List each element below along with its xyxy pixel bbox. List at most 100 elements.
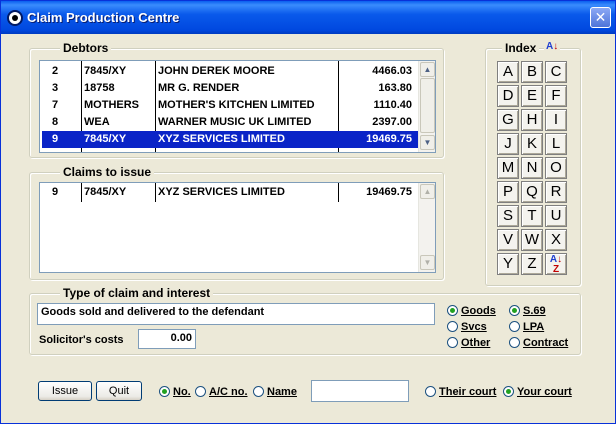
debtor-row[interactable]: 8 WEA WARNER MUSIC UK LIMITED 2397.00: [42, 114, 418, 131]
index-letter-i[interactable]: I: [545, 109, 567, 131]
debtors-list[interactable]: 2 7845/XY JOHN DEREK MOORE 4466.03 3 187…: [39, 60, 436, 153]
search-name-label[interactable]: Name: [267, 386, 297, 398]
debtor-name: MOTHER'S KITCHEN LIMITED: [158, 99, 315, 111]
debtor-ref: WEA: [84, 116, 110, 128]
debtor-row[interactable]: 3 18758 MR G. RENDER 163.80: [42, 80, 418, 97]
debtor-name: JOHN DEREK MOORE: [158, 65, 275, 77]
claim-production-window: Claim Production Centre ✕ Debtors 2 7845…: [0, 0, 616, 424]
debtor-name: MR G. RENDER: [158, 82, 240, 94]
interest-lpa-radio[interactable]: [509, 321, 520, 332]
debtor-row[interactable]: 7 MOTHERS MOTHER'S KITCHEN LIMITED 1110.…: [42, 97, 418, 114]
index-letter-r[interactable]: R: [545, 181, 567, 203]
index-label: Index: [502, 41, 540, 55]
debtor-amount: 2397.00: [372, 116, 412, 128]
index-letter-n[interactable]: N: [521, 157, 543, 179]
index-letter-j[interactable]: J: [497, 133, 519, 155]
scroll-down-icon[interactable]: ▼: [420, 255, 435, 270]
index-letter-t[interactable]: T: [521, 205, 543, 227]
debtor-ref: 7845/XY: [84, 133, 127, 145]
claim-description-input[interactable]: Goods sold and delivered to the defendan…: [37, 303, 435, 325]
interest-contract-label[interactable]: Contract: [523, 337, 568, 349]
type-other-label[interactable]: Other: [461, 337, 490, 349]
scroll-thumb[interactable]: [420, 78, 435, 133]
debtor-no: 7: [52, 99, 59, 111]
search-no-radio[interactable]: [159, 386, 170, 397]
debtor-no: 2: [52, 65, 59, 77]
type-goods-label[interactable]: Goods: [461, 305, 496, 317]
debtor-row-selected[interactable]: 9 7845/XY XYZ SERVICES LIMITED 19469.75: [42, 131, 418, 148]
claim-type-label: Type of claim and interest: [60, 286, 214, 300]
interest-s69-radio[interactable]: [509, 305, 520, 316]
solicitors-costs-input[interactable]: 0.00: [138, 329, 196, 349]
index-letter-b[interactable]: B: [521, 61, 543, 83]
scroll-up-icon[interactable]: ▲: [420, 184, 435, 199]
search-name-radio[interactable]: [253, 386, 264, 397]
debtor-amount: 163.80: [378, 82, 412, 94]
index-letter-c[interactable]: C: [545, 61, 567, 83]
their-court-label[interactable]: Their court: [439, 386, 496, 398]
sort-az-icon[interactable]: A↓ Z: [545, 253, 567, 275]
debtor-amount: 4466.03: [372, 65, 412, 77]
issue-button[interactable]: Issue: [38, 381, 92, 401]
debtors-scrollbar[interactable]: ▲ ▼: [418, 61, 435, 152]
type-other-radio[interactable]: [447, 337, 458, 348]
claim-row[interactable]: 9 7845/XY XYZ SERVICES LIMITED 19469.75: [42, 184, 418, 201]
debtor-name: WARNER MUSIC UK LIMITED: [158, 116, 312, 128]
index-letter-q[interactable]: Q: [521, 181, 543, 203]
index-letter-s[interactable]: S: [497, 205, 519, 227]
debtor-ref: MOTHERS: [84, 99, 139, 111]
claim-ref: 7845/XY: [84, 186, 127, 198]
index-letter-m[interactable]: M: [497, 157, 519, 179]
interest-s69-label[interactable]: S.69: [523, 305, 546, 317]
debtor-no: 9: [52, 133, 59, 145]
claims-list[interactable]: 9 7845/XY XYZ SERVICES LIMITED 19469.75 …: [39, 182, 436, 273]
your-court-label[interactable]: Your court: [517, 386, 572, 398]
index-letter-h[interactable]: H: [521, 109, 543, 131]
claims-label: Claims to issue: [60, 165, 155, 179]
index-letter-e[interactable]: E: [521, 85, 543, 107]
scroll-up-icon[interactable]: ▲: [420, 62, 435, 77]
scroll-down-icon[interactable]: ▼: [420, 135, 435, 150]
search-acno-radio[interactable]: [195, 386, 206, 397]
debtor-amount: 1110.40: [373, 99, 412, 111]
index-letter-u[interactable]: U: [545, 205, 567, 227]
type-svcs-label[interactable]: Svcs: [461, 321, 487, 333]
interest-contract-radio[interactable]: [509, 337, 520, 348]
index-letter-d[interactable]: D: [497, 85, 519, 107]
title-bar[interactable]: Claim Production Centre ✕: [1, 1, 615, 34]
debtor-row[interactable]: 2 7845/XY JOHN DEREK MOORE 4466.03: [42, 63, 418, 80]
your-court-radio[interactable]: [503, 386, 514, 397]
index-letter-y[interactable]: Y: [497, 253, 519, 275]
index-letter-f[interactable]: F: [545, 85, 567, 107]
claims-scrollbar[interactable]: ▲ ▼: [418, 183, 435, 272]
debtor-ref: 18758: [84, 82, 115, 94]
search-input[interactable]: [311, 380, 409, 402]
search-no-label[interactable]: No.: [173, 386, 191, 398]
search-acno-label[interactable]: A/C no.: [209, 386, 248, 398]
index-letter-v[interactable]: V: [497, 229, 519, 251]
their-court-radio[interactable]: [425, 386, 436, 397]
type-goods-radio[interactable]: [447, 305, 458, 316]
claim-name: XYZ SERVICES LIMITED: [158, 186, 285, 198]
sort-az-icon[interactable]: A↓: [544, 41, 561, 53]
index-letter-k[interactable]: K: [521, 133, 543, 155]
close-button[interactable]: ✕: [590, 7, 611, 28]
index-letter-w[interactable]: W: [521, 229, 543, 251]
index-letter-z[interactable]: Z: [521, 253, 543, 275]
index-letter-p[interactable]: P: [497, 181, 519, 203]
debtor-amount: 19469.75: [366, 133, 412, 145]
debtor-ref: 7845/XY: [84, 65, 127, 77]
window-title: Claim Production Centre: [27, 10, 180, 25]
index-letter-o[interactable]: O: [545, 157, 567, 179]
quit-button[interactable]: Quit: [96, 381, 142, 401]
debtor-no: 8: [52, 116, 59, 128]
index-letter-x[interactable]: X: [545, 229, 567, 251]
debtor-name: XYZ SERVICES LIMITED: [158, 133, 285, 145]
index-letter-g[interactable]: G: [497, 109, 519, 131]
debtor-no: 3: [52, 82, 59, 94]
index-letter-l[interactable]: L: [545, 133, 567, 155]
index-letter-a[interactable]: A: [497, 61, 519, 83]
interest-lpa-label[interactable]: LPA: [523, 321, 544, 333]
claim-amount: 19469.75: [366, 186, 412, 198]
type-svcs-radio[interactable]: [447, 321, 458, 332]
